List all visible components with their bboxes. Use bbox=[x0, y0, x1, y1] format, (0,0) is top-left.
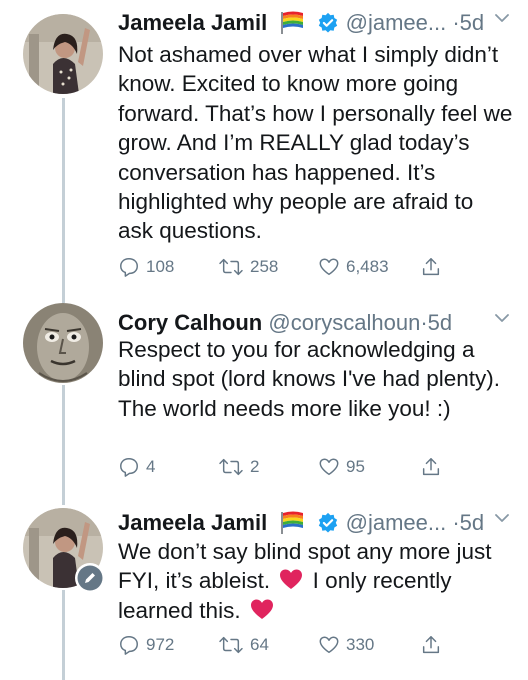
retweet-count: 64 bbox=[250, 635, 269, 654]
retweet-icon bbox=[219, 258, 243, 276]
reply-button[interactable]: 4 bbox=[118, 456, 155, 478]
reply-button[interactable]: 108 bbox=[118, 256, 174, 278]
avatar[interactable] bbox=[23, 303, 103, 383]
rainbow-flag-icon bbox=[281, 11, 304, 34]
reply-count: 972 bbox=[146, 635, 175, 654]
reply-icon bbox=[120, 258, 138, 277]
avatar[interactable] bbox=[23, 14, 103, 94]
share-icon bbox=[422, 458, 440, 476]
retweet-count: 2 bbox=[250, 457, 260, 476]
tweet-text: Not ashamed over what I simply didn’t kn… bbox=[118, 42, 513, 244]
tweet-text: We don’t say blind spot any more just FY… bbox=[118, 537, 513, 625]
timestamp[interactable]: 5d bbox=[460, 510, 484, 535]
tweet-header: Cory Calhoun @coryscalhoun·5d bbox=[118, 308, 452, 338]
user-handle[interactable]: @jamee... bbox=[346, 510, 447, 535]
share-button[interactable] bbox=[420, 634, 448, 656]
share-icon bbox=[422, 636, 440, 654]
verified-badge-icon bbox=[319, 512, 338, 533]
tweet[interactable]: Jameela Jamil @jamee... ·5d Not ashamed … bbox=[0, 0, 528, 290]
reply-icon bbox=[120, 458, 138, 477]
retweet-button[interactable]: 64 bbox=[218, 634, 269, 656]
tweet[interactable]: Cory Calhoun @coryscalhoun·5d Respect to… bbox=[0, 300, 528, 500]
like-count: 6,483 bbox=[346, 257, 389, 276]
chevron-down-icon[interactable] bbox=[494, 512, 510, 524]
tweet-header: Jameela Jamil @jamee... ·5d bbox=[118, 508, 484, 538]
timestamp[interactable]: 5d bbox=[428, 310, 452, 335]
retweet-icon bbox=[219, 458, 243, 476]
share-icon bbox=[422, 258, 440, 276]
red-heart-emoji-icon bbox=[250, 599, 273, 619]
heart-icon bbox=[319, 458, 339, 476]
tweet-text: Respect to you for acknowledging a blind… bbox=[118, 337, 500, 421]
retweet-count: 258 bbox=[250, 257, 279, 276]
chevron-down-icon[interactable] bbox=[494, 12, 510, 24]
chevron-down-icon[interactable] bbox=[494, 312, 510, 324]
like-button[interactable]: 6,483 bbox=[318, 256, 389, 278]
share-button[interactable] bbox=[420, 456, 448, 478]
like-button[interactable]: 95 bbox=[318, 456, 365, 478]
retweet-icon bbox=[219, 636, 243, 654]
reply-count: 108 bbox=[146, 257, 175, 276]
like-button[interactable]: 330 bbox=[318, 634, 374, 656]
reply-button[interactable]: 972 bbox=[118, 634, 174, 656]
separator-dot: · bbox=[420, 310, 428, 335]
display-name[interactable]: Cory Calhoun bbox=[118, 310, 262, 335]
retweet-button[interactable]: 2 bbox=[218, 456, 259, 478]
like-count: 330 bbox=[346, 635, 375, 654]
reply-count: 4 bbox=[146, 457, 156, 476]
retweet-button[interactable]: 258 bbox=[218, 256, 278, 278]
display-name[interactable]: Jameela Jamil bbox=[118, 10, 267, 35]
verified-badge-icon bbox=[319, 12, 338, 33]
heart-icon bbox=[319, 636, 339, 654]
separator-dot: · bbox=[452, 510, 460, 535]
tweet-actions: 972 64 330 bbox=[118, 634, 458, 658]
tweet-actions: 108 258 6,483 bbox=[118, 256, 458, 280]
like-count: 95 bbox=[346, 457, 365, 476]
tweet[interactable]: Jameela Jamil @jamee... ·5d We don’t say… bbox=[0, 500, 528, 680]
tweet-header: Jameela Jamil @jamee... ·5d bbox=[118, 8, 484, 38]
tweet-actions: 4 2 95 bbox=[118, 456, 458, 480]
share-button[interactable] bbox=[420, 256, 448, 278]
separator-dot: · bbox=[452, 10, 460, 35]
pencil-icon bbox=[77, 565, 103, 591]
user-handle[interactable]: @jamee... bbox=[346, 10, 447, 35]
display-name[interactable]: Jameela Jamil bbox=[118, 510, 267, 535]
red-heart-emoji-icon bbox=[280, 569, 303, 590]
timestamp[interactable]: 5d bbox=[460, 10, 484, 35]
reply-icon bbox=[120, 636, 138, 655]
rainbow-flag-icon bbox=[281, 511, 304, 534]
heart-icon bbox=[319, 258, 339, 276]
user-handle[interactable]: @coryscalhoun bbox=[268, 310, 420, 335]
edit-badge[interactable] bbox=[75, 563, 105, 593]
